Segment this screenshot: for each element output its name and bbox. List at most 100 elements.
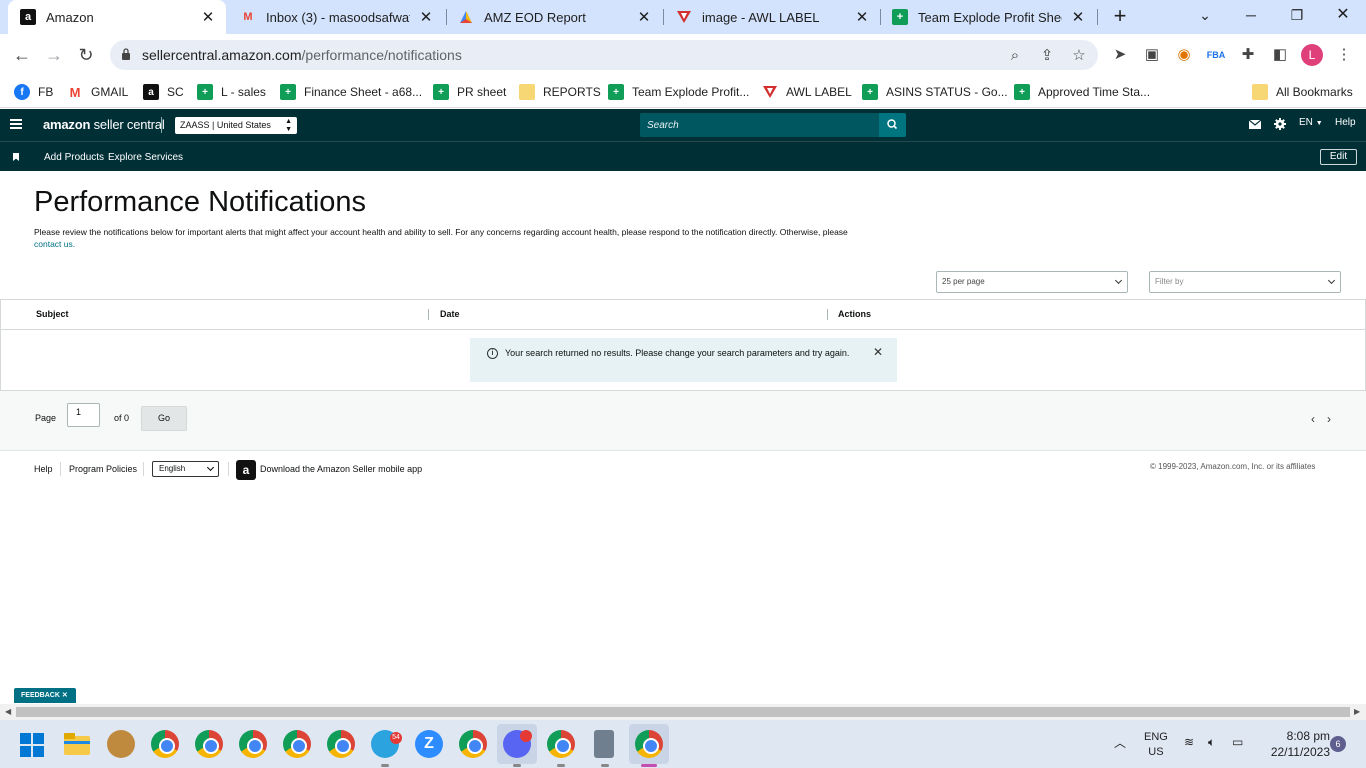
tab-gmail[interactable]: M Inbox (3) - masoodsafwat@g ✕ <box>228 0 444 34</box>
close-window-icon[interactable]: ✕ <box>1320 0 1366 32</box>
tab-awl-label[interactable]: image - AWL LABEL ✕ <box>664 0 880 34</box>
help-link[interactable]: Help <box>1335 117 1356 128</box>
nav-add-products[interactable]: Add Products <box>44 152 104 163</box>
new-tab-plus-icon[interactable]: + <box>1108 5 1132 29</box>
bookmark-asins-status[interactable]: + ASINS STATUS - Go... <box>862 83 1008 101</box>
language-switcher[interactable]: EN ▼ <box>1299 117 1323 128</box>
profile-avatar[interactable]: L <box>1301 44 1323 66</box>
extension-box-icon[interactable]: ▣ <box>1142 45 1162 65</box>
restore-icon[interactable]: ❐ <box>1274 0 1320 32</box>
back-arrow-icon[interactable]: ← <box>10 43 34 67</box>
nav-explore-services[interactable]: Explore Services <box>108 152 183 163</box>
scroll-right-icon[interactable]: ▶ <box>1354 707 1360 716</box>
bookmark-l-sales[interactable]: + L - sales <box>197 83 266 101</box>
bookmark-fb[interactable]: f FB <box>14 83 53 101</box>
extension-orange-icon[interactable]: ◉ <box>1174 45 1194 65</box>
windows-start-icon[interactable] <box>20 733 44 757</box>
footer-help-link[interactable]: Help <box>34 464 53 474</box>
tab-amazon[interactable]: a Amazon ✕ <box>8 0 226 34</box>
contact-us-link[interactable]: contact us. <box>34 239 75 249</box>
mail-icon[interactable] <box>1249 120 1261 129</box>
scroll-left-icon[interactable]: ◀ <box>5 707 11 716</box>
footer-language-select[interactable]: English <box>152 461 219 477</box>
per-page-select[interactable]: 25 per page <box>936 271 1128 293</box>
tab-team-explode[interactable]: + Team Explode Profit Sheet C ✕ <box>880 0 1096 34</box>
file-explorer-icon[interactable] <box>64 733 90 755</box>
close-tab-icon[interactable]: ✕ <box>854 8 870 26</box>
bookmark-pr-sheet[interactable]: + PR sheet <box>433 83 506 101</box>
scrollbar-thumb[interactable] <box>16 707 1350 717</box>
hamburger-menu-icon[interactable] <box>10 119 22 129</box>
gear-icon[interactable] <box>1274 118 1286 130</box>
battery-icon[interactable]: ▭ <box>1232 735 1243 749</box>
share-icon[interactable]: ⇪ <box>1038 47 1056 65</box>
next-page-icon[interactable]: › <box>1327 412 1331 426</box>
address-toolbar: ← → ↻ sellercentral.amazon.com/performan… <box>0 34 1366 76</box>
address-bar[interactable]: sellercentral.amazon.com/performance/not… <box>110 40 1098 70</box>
close-tab-icon[interactable]: ✕ <box>418 8 434 26</box>
close-tab-icon[interactable]: ✕ <box>636 8 652 26</box>
close-tab-icon[interactable]: ✕ <box>1070 8 1086 26</box>
column-date[interactable]: Date <box>440 309 460 319</box>
fba-extension-icon[interactable]: FBA <box>1206 45 1226 65</box>
bookmark-awl-label[interactable]: AWL LABEL <box>762 83 852 101</box>
notification-count-badge[interactable]: 6 <box>1330 736 1346 752</box>
tray-chevron-up-icon[interactable]: ︿ <box>1114 734 1126 751</box>
bookmark-sc[interactable]: a SC <box>143 83 184 101</box>
tab-search-chevron-icon[interactable]: ⌄ <box>1182 0 1228 32</box>
seller-central-logo[interactable]: amazon seller central <box>43 117 165 132</box>
account-switcher[interactable]: ZAASS | United States ▲ ▼ <box>175 117 297 134</box>
all-bookmarks[interactable]: All Bookmarks <box>1252 83 1353 101</box>
zoom-icon[interactable]: ⌕ <box>1006 47 1024 65</box>
calculator-icon[interactable] <box>594 730 614 758</box>
app-hat-icon[interactable] <box>107 730 135 758</box>
amazon-app-icon[interactable]: a <box>236 460 256 480</box>
go-button[interactable]: Go <box>141 406 187 431</box>
close-tab-icon[interactable]: ✕ <box>200 8 216 26</box>
bookmark-reports-folder[interactable]: REPORTS <box>519 83 601 101</box>
input-language[interactable]: ENG US <box>1144 730 1168 760</box>
filter-by-select[interactable]: Filter by <box>1149 271 1341 293</box>
bookmark-approved-time[interactable]: + Approved Time Sta... <box>1014 83 1150 101</box>
close-feedback-icon[interactable]: ✕ <box>62 692 68 699</box>
puzzle-extensions-icon[interactable]: ✚ <box>1238 45 1258 65</box>
prev-page-icon[interactable]: ‹ <box>1311 412 1315 426</box>
bookmark-flag-icon[interactable] <box>13 153 19 161</box>
chrome-profile-icon[interactable] <box>327 730 355 758</box>
chrome-profile-icon[interactable] <box>459 730 487 758</box>
chrome-profile-icon[interactable] <box>151 730 179 758</box>
bookmark-star-icon[interactable]: ☆ <box>1070 47 1088 65</box>
bookmark-gmail[interactable]: M GMAIL <box>67 83 129 101</box>
chrome-profile-icon[interactable] <box>283 730 311 758</box>
wifi-icon[interactable]: ≋ <box>1184 735 1194 749</box>
tab-amz-eod-report[interactable]: AMZ EOD Report ✕ <box>446 0 662 34</box>
tab-title: Inbox (3) - masoodsafwat@g <box>266 9 410 25</box>
edit-nav-button[interactable]: Edit <box>1320 149 1357 165</box>
minimize-icon[interactable]: ─ <box>1228 0 1274 32</box>
volume-icon[interactable]: 🔈︎ <box>1208 735 1215 750</box>
kebab-menu-icon[interactable]: ⋮ <box>1334 45 1354 65</box>
bookmark-team-explode[interactable]: + Team Explode Profit... <box>608 83 749 101</box>
close-alert-icon[interactable]: ✕ <box>873 345 883 359</box>
horizontal-scrollbar[interactable]: ◀ ▶ <box>0 704 1366 720</box>
zoom-app-icon[interactable]: Z <box>415 730 443 758</box>
feedback-tab[interactable]: FEEDBACK ✕ <box>14 688 76 703</box>
column-subject[interactable]: Subject <box>36 309 69 319</box>
footer-program-policies-link[interactable]: Program Policies <box>69 464 137 474</box>
chrome-profile-icon[interactable] <box>239 730 267 758</box>
page-number-input[interactable]: 1 <box>67 403 100 427</box>
search-button[interactable] <box>879 113 906 137</box>
extension-arrow-icon[interactable]: ➤ <box>1110 45 1130 65</box>
download-app-link[interactable]: Download the Amazon Seller mobile app <box>260 464 422 474</box>
system-clock[interactable]: 8:08 pm 22/11/2023 <box>1258 728 1330 760</box>
bookmark-finance-sheet[interactable]: + Finance Sheet - a68... <box>280 83 422 101</box>
reload-icon[interactable]: ↻ <box>74 43 98 67</box>
chrome-profile-icon[interactable] <box>547 730 575 758</box>
chrome-active-icon[interactable] <box>635 730 663 758</box>
search-input[interactable] <box>640 113 880 137</box>
column-divider <box>428 309 429 320</box>
side-panel-icon[interactable]: ◧ <box>1270 45 1290 65</box>
logo-sub: seller central <box>93 117 165 132</box>
chrome-icon[interactable] <box>195 730 223 758</box>
forward-arrow-icon[interactable]: → <box>42 43 66 67</box>
